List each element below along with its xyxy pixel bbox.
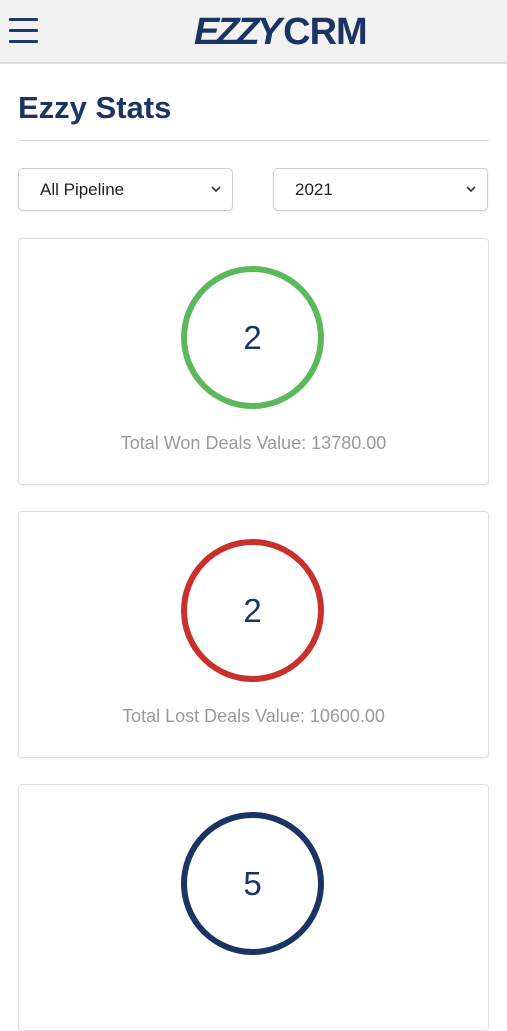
- lost-deals-value: Total Lost Deals Value: 10600.00: [122, 706, 385, 726]
- chevron-down-icon: [211, 186, 221, 193]
- chevron-down-icon: [466, 186, 476, 193]
- lost-deals-ring: 2: [181, 539, 324, 682]
- pipeline-select-value: All Pipeline: [40, 180, 125, 199]
- year-select[interactable]: 2021: [273, 168, 488, 211]
- lost-deals-card: 2 Total Lost Deals Value: 10600.00: [18, 511, 489, 758]
- ezzy-crm-logo[interactable]: EZZY CRM: [194, 11, 368, 53]
- page-title: Ezzy Stats: [18, 90, 172, 125]
- pipeline-select[interactable]: All Pipeline: [18, 168, 233, 211]
- won-deals-count: 2: [243, 318, 262, 356]
- menu-bar-top: [9, 18, 38, 21]
- won-deals-ring: 2: [181, 266, 324, 409]
- open-deals-card: 5: [18, 784, 489, 1031]
- logo-crm-text: CRM: [283, 11, 368, 53]
- hamburger-menu-icon[interactable]: [9, 16, 38, 46]
- menu-bar-middle: [9, 29, 38, 32]
- title-divider: [18, 140, 489, 141]
- open-deals-ring: 5: [181, 812, 324, 955]
- logo-ezzy-text: EZZY: [194, 11, 282, 53]
- menu-bar-bottom: [9, 40, 38, 43]
- lost-deals-count: 2: [243, 591, 262, 629]
- year-select-value: 2021: [295, 180, 333, 199]
- won-deals-card: 2 Total Won Deals Value: 13780.00: [18, 238, 489, 485]
- app-header: EZZY CRM: [0, 0, 507, 64]
- won-deals-value: Total Won Deals Value: 13780.00: [120, 433, 387, 453]
- open-deals-count: 5: [243, 864, 262, 902]
